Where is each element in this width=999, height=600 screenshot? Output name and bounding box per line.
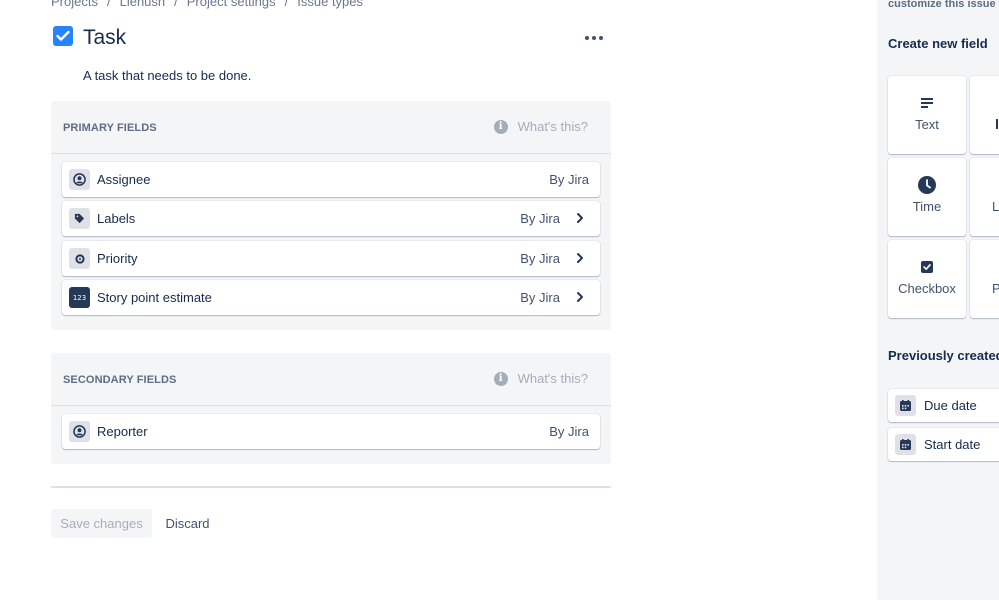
field-type-label: Text [915, 117, 939, 132]
person-icon [69, 169, 90, 190]
chevron-right-icon[interactable] [574, 212, 586, 224]
field-palette-panel: customize this issue typ Create new fiel… [877, 0, 999, 600]
person-icon [69, 421, 90, 442]
field-label: Reporter [97, 424, 148, 439]
field-type-checkbox[interactable]: Checkbox [888, 240, 966, 318]
field-source: By Jira [549, 172, 589, 187]
calendar-icon [895, 434, 916, 455]
partial-card-icon [996, 119, 998, 129]
more-dot [599, 36, 603, 40]
text-lines-icon [888, 93, 966, 113]
section-header: PRIMARY FIELDS i What's this? [51, 101, 611, 154]
breadcrumb-project[interactable]: Lienush [120, 0, 166, 9]
tag-icon [69, 208, 90, 229]
field-row-labels[interactable]: Labels By Jira [62, 201, 600, 236]
breadcrumb-separator: / [174, 0, 178, 9]
previous-field-label: Start date [924, 437, 981, 452]
breadcrumb-issue-types[interactable]: Issue types [297, 0, 363, 9]
field-label: Labels [97, 211, 136, 226]
primary-fields-section: PRIMARY FIELDS i What's this? Assignee B… [51, 101, 611, 330]
breadcrumb-projects[interactable]: Projects [51, 0, 98, 9]
panel-intro-text: customize this issue typ [888, 0, 999, 10]
field-type-time[interactable]: Time [888, 158, 966, 236]
more-dot [592, 36, 596, 40]
field-label: Priority [97, 251, 138, 266]
field-source: By Jira [520, 251, 560, 266]
field-type-label: Time [912, 199, 942, 214]
field-row-story-point-estimate[interactable]: 123 Story point estimate By Jira [62, 280, 600, 315]
field-type-card[interactable] [970, 76, 999, 154]
whats-this-link[interactable]: i What's this? [493, 371, 588, 386]
field-type-card[interactable]: L [970, 158, 999, 236]
page-title: Task [83, 26, 127, 49]
breadcrumb-separator: / [284, 0, 289, 9]
section-header: SECONDARY FIELDS i What's this? [51, 353, 611, 406]
issue-type-description: A task that needs to be done. [83, 68, 252, 83]
info-icon: i [493, 119, 508, 134]
whats-this-label: What's this? [517, 119, 588, 134]
field-source: By Jira [549, 424, 589, 439]
field-row-assignee[interactable]: Assignee By Jira [62, 162, 600, 197]
svg-text:123: 123 [73, 294, 86, 302]
clock-icon [888, 175, 966, 195]
whats-this-label: What's this? [517, 371, 588, 386]
field-label: Assignee [97, 172, 151, 187]
save-changes-button[interactable]: Save changes [51, 509, 152, 538]
more-dot [585, 36, 589, 40]
whats-this-link[interactable]: i What's this? [493, 119, 588, 134]
field-type-label: Checkbox [898, 281, 956, 296]
calendar-icon [895, 395, 916, 416]
discard-button[interactable]: Discard [156, 509, 219, 538]
create-new-field-heading: Create new field [888, 36, 988, 51]
field-label: Story point estimate [97, 290, 212, 305]
field-type-card[interactable]: Pa [970, 240, 999, 318]
field-row-reporter[interactable]: Reporter By Jira [62, 414, 600, 449]
previous-field-start-date[interactable]: Start date [888, 428, 999, 461]
field-source: By Jira [520, 211, 560, 226]
field-type-text[interactable]: Text [888, 76, 966, 154]
divider [51, 486, 611, 488]
breadcrumb-separator: / [106, 0, 111, 9]
section-title: SECONDARY FIELDS [63, 374, 177, 386]
more-actions-button[interactable] [582, 30, 606, 46]
number-icon: 123 [69, 287, 90, 308]
priority-icon [69, 248, 90, 269]
breadcrumb: Projects / Lienush / Project settings / Issue … [51, 0, 363, 9]
section-title: PRIMARY FIELDS [63, 122, 157, 134]
previous-field-due-date[interactable]: Due date [888, 389, 999, 422]
previously-created-heading: Previously created f [888, 348, 999, 363]
field-type-label: L [992, 199, 999, 214]
chevron-right-icon[interactable] [574, 252, 586, 264]
previous-field-label: Due date [924, 398, 977, 413]
field-type-label: Pa [992, 281, 999, 296]
field-source: By Jira [520, 290, 560, 305]
secondary-fields-section: SECONDARY FIELDS i What's this? Reporter… [51, 353, 611, 464]
task-checkbox-icon [53, 26, 73, 46]
field-row-priority[interactable]: Priority By Jira [62, 241, 600, 276]
chevron-right-icon[interactable] [574, 291, 586, 303]
breadcrumb-project-settings[interactable]: Project settings [187, 0, 276, 9]
checkbox-icon [888, 257, 966, 277]
info-icon: i [493, 371, 508, 386]
